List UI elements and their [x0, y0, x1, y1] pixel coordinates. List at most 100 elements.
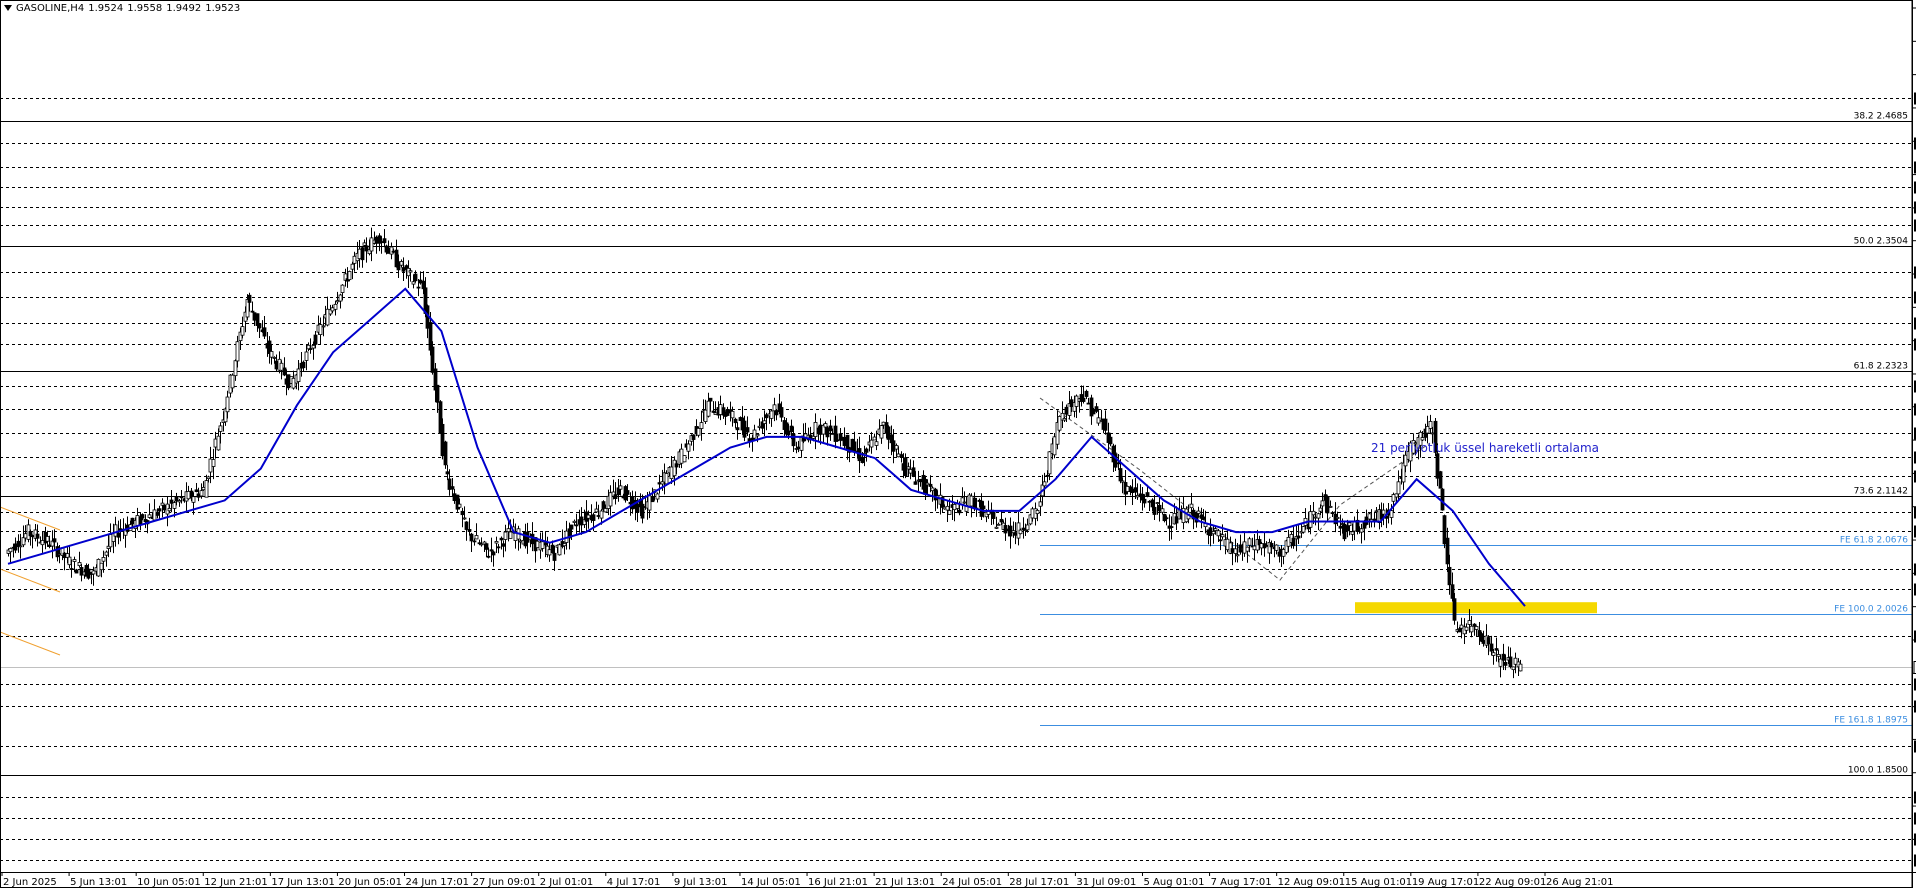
- candle-body: [1147, 500, 1152, 503]
- candle-body: [918, 478, 923, 483]
- candle-body: [206, 476, 211, 480]
- candle-body: [1213, 528, 1218, 531]
- candle-body: [167, 508, 172, 512]
- candle-body: [1152, 506, 1157, 515]
- candle-body: [72, 559, 77, 562]
- candle-body: [725, 409, 730, 416]
- candle-body: [1201, 516, 1206, 520]
- candle-body: [1320, 500, 1325, 507]
- candle-body: [1420, 437, 1425, 441]
- candle-body: [308, 348, 313, 350]
- candle-body: [330, 307, 335, 312]
- candle-body: [1096, 417, 1101, 424]
- candle-body: [108, 534, 113, 548]
- candle-body: [464, 521, 469, 530]
- candle-body: [557, 544, 562, 556]
- candle-body: [679, 448, 684, 464]
- candle-body: [572, 520, 577, 523]
- candle-body: [1269, 542, 1274, 548]
- trend-line[interactable]: [0, 568, 61, 593]
- candle-body: [201, 487, 206, 491]
- candle-body: [1189, 503, 1194, 509]
- candle-body: [1345, 525, 1350, 532]
- candle-body: [211, 459, 216, 467]
- candle-body: [440, 423, 445, 457]
- candle-body: [104, 551, 109, 556]
- candle-body: [489, 549, 494, 552]
- candle-body: [357, 248, 362, 260]
- candle-body: [1445, 537, 1450, 565]
- candle-body: [99, 562, 104, 571]
- time-axis-label: 10 Jun 05:01: [137, 877, 201, 888]
- candle-body: [152, 509, 157, 521]
- candle-body: [140, 514, 145, 519]
- candle-body: [274, 360, 279, 370]
- candle-body: [47, 544, 52, 547]
- candle-body: [1057, 416, 1062, 431]
- candle-body: [374, 236, 379, 244]
- candle-body: [1025, 524, 1030, 531]
- fibo-level-label: 50.0 2.3504: [1854, 237, 1909, 247]
- candle-body: [57, 553, 62, 556]
- candle-body: [999, 518, 1004, 523]
- candle-body: [1391, 494, 1396, 502]
- candle-body: [928, 483, 933, 487]
- candle-body: [1220, 534, 1225, 538]
- candle-body: [1438, 471, 1443, 489]
- candle-body: [35, 533, 40, 539]
- time-axis-label: 12 Aug 09:01: [1278, 877, 1345, 888]
- time-axis-label: 9 Jul 13:01: [674, 877, 728, 888]
- trend-line[interactable]: [0, 631, 61, 656]
- candle-body: [613, 494, 618, 499]
- candle-body: [1169, 526, 1174, 528]
- candle-body: [101, 557, 106, 562]
- candle-body: [1042, 481, 1047, 487]
- candle-body: [962, 501, 967, 504]
- candle-body: [874, 441, 879, 446]
- candle-body: [879, 425, 884, 439]
- candle-body: [1142, 498, 1147, 504]
- candle-body: [669, 466, 674, 479]
- candle-body: [603, 508, 608, 513]
- candle-body: [196, 493, 201, 498]
- candle-body: [650, 496, 655, 503]
- candle-body: [401, 267, 406, 272]
- candle-body: [1174, 516, 1179, 524]
- candle-body: [945, 505, 950, 511]
- candle-body: [706, 400, 711, 417]
- candle-body: [1286, 537, 1291, 547]
- candle-body: [742, 420, 747, 438]
- candle-body: [116, 532, 121, 538]
- candle-body: [1494, 648, 1499, 651]
- candle-body: [1372, 518, 1377, 521]
- candle-body: [708, 397, 713, 402]
- price-chart[interactable]: 38.2 2.4685 50.0 2.3504 61.8 2.2323 73.6 2.…: [0, 0, 1916, 888]
- candle-body: [177, 500, 182, 503]
- candle-body: [530, 533, 535, 545]
- candle-body: [350, 263, 355, 270]
- candle-body: [899, 454, 904, 458]
- candle-body: [1094, 406, 1099, 412]
- candle-body: [369, 237, 374, 252]
- time-axis-label: 15 Aug 01:01: [1345, 877, 1412, 888]
- candle-body: [986, 511, 991, 515]
- candle-body: [325, 308, 330, 326]
- time-axis-label: 24 Jul 05:01: [942, 877, 1002, 888]
- candle-body: [199, 490, 204, 497]
- candle-body: [1038, 501, 1043, 507]
- support-zone[interactable]: [1355, 602, 1597, 614]
- candle-body: [1074, 395, 1079, 407]
- chart-window[interactable]: GASOLINE,H4 1.9524 1.9558 1.9492 1.9523 38.2…: [0, 0, 1916, 888]
- candle-body: [1430, 432, 1435, 435]
- candle-body: [484, 543, 489, 550]
- ema21-line[interactable]: [7, 287, 1526, 607]
- candle-body: [1259, 543, 1264, 549]
- candle-body: [1325, 496, 1330, 514]
- candle-body: [540, 541, 545, 549]
- candle-body: [1133, 487, 1138, 493]
- candle-body: [730, 410, 735, 419]
- candle-body: [1157, 504, 1162, 512]
- candle-body: [1035, 510, 1040, 515]
- candle-body: [772, 404, 777, 412]
- candle-body: [1328, 505, 1333, 508]
